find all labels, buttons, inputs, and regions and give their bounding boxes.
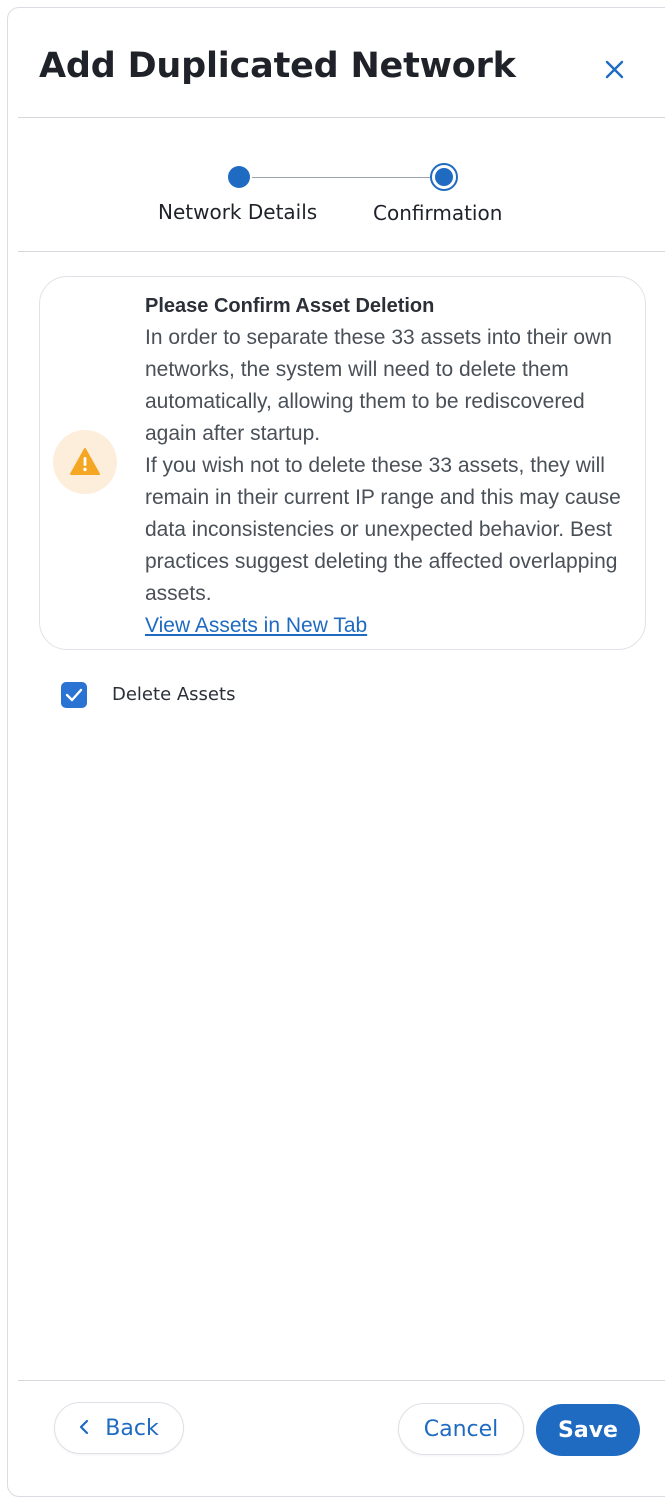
dialog-title: Add Duplicated Network <box>39 46 516 86</box>
checkmark-icon <box>65 688 83 702</box>
chevron-left-icon <box>79 1416 89 1441</box>
warning-icon <box>70 448 100 475</box>
step-confirmation-indicator <box>430 163 458 191</box>
delete-assets-label: Delete Assets <box>112 684 236 705</box>
header-divider <box>18 117 665 118</box>
cancel-button-label: Cancel <box>423 1416 499 1442</box>
alert-title: Please Confirm Asset Deletion <box>145 295 435 317</box>
step-label-network-details: Network Details <box>158 200 318 224</box>
alert-paragraph-2: If you wish not to delete these 33 asset… <box>145 454 621 605</box>
step-label-confirmation: Confirmation <box>373 201 503 225</box>
cancel-button[interactable]: Cancel <box>398 1403 524 1455</box>
delete-assets-checkbox[interactable] <box>61 682 87 708</box>
close-icon <box>605 60 624 79</box>
save-button-label: Save <box>558 1417 618 1443</box>
alert-paragraph-1: In order to separate these 33 assets int… <box>145 326 612 445</box>
footer-divider <box>18 1380 665 1381</box>
stepper: Network Details Confirmation <box>0 160 665 240</box>
close-button[interactable] <box>596 52 632 88</box>
alert-body: Please Confirm Asset Deletion In order t… <box>145 290 635 642</box>
stepper-divider <box>18 251 665 252</box>
save-button[interactable]: Save <box>536 1404 640 1456</box>
back-button[interactable]: Back <box>54 1402 184 1454</box>
warning-icon-badge <box>53 430 117 494</box>
back-button-label: Back <box>105 1415 159 1441</box>
stepper-connector <box>252 177 430 178</box>
step-network-details-indicator <box>228 166 250 188</box>
view-assets-link[interactable]: View Assets in New Tab <box>145 610 367 642</box>
